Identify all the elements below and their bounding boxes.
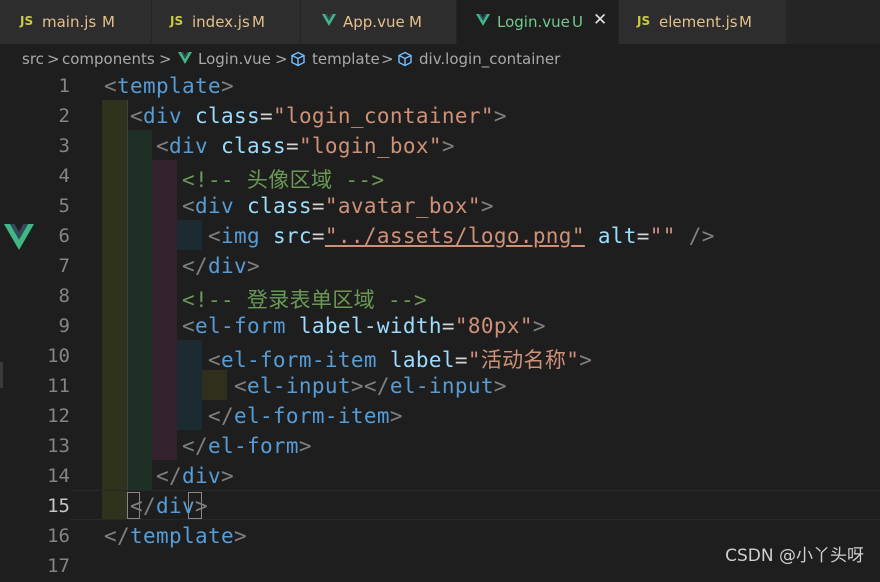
chevron-right-icon: >	[381, 50, 394, 68]
line-number: 14	[47, 465, 70, 487]
code-text: <div class="login_container">	[130, 104, 507, 128]
line-number: 15	[47, 495, 70, 517]
tab-label: element.js	[659, 13, 738, 31]
tab-bar: JS main.js M JS index.js M App.vue M Log…	[0, 0, 880, 44]
code-line: 11 <el-input></el-input>	[0, 372, 880, 402]
breadcrumb-folder-components[interactable]: components	[62, 50, 155, 68]
code-text: <img src="../assets/logo.png" alt="" />	[207, 224, 715, 248]
code-text: <template>	[104, 74, 234, 98]
line-number: 12	[47, 405, 70, 427]
code-text: </el-form-item>	[207, 404, 403, 428]
code-line: 9 <el-form label-width="80px">	[0, 312, 880, 342]
code-line: 1 <template>	[0, 72, 880, 102]
line-number: 1	[58, 75, 70, 97]
tab-index-js[interactable]: JS index.js M	[152, 0, 301, 44]
tab-label: Login.vue	[497, 13, 570, 31]
line-number: 13	[47, 435, 70, 457]
tab-login-vue[interactable]: Login.vue U ✕	[457, 0, 619, 44]
code-line: 3 <div class="login_box">	[0, 132, 880, 162]
breadcrumb-element[interactable]: div.login_container	[419, 50, 560, 68]
code-line: 6 <img src="../assets/logo.png" alt="" /…	[0, 222, 880, 252]
code-text: <el-form label-width="80px">	[181, 314, 546, 338]
line-number: 9	[58, 315, 70, 337]
untracked-badge: U	[572, 13, 583, 31]
line-number: 5	[58, 195, 70, 217]
code-text: </el-form>	[181, 434, 312, 458]
code-text: </template>	[104, 524, 247, 548]
breadcrumb: src > components > Login.vue > template …	[0, 44, 880, 74]
chevron-right-icon: >	[47, 50, 60, 68]
code-line-current: 15 </div>	[0, 492, 880, 522]
breadcrumb-folder-src[interactable]: src	[22, 50, 44, 68]
chevron-right-icon: >	[275, 50, 288, 68]
modified-badge: M	[739, 13, 752, 31]
line-number: 16	[47, 525, 70, 547]
code-text: <!-- 头像区域 -->	[181, 168, 385, 192]
code-text: <!-- 登录表单区域 -->	[181, 288, 428, 312]
code-text: </div>	[155, 464, 234, 488]
code-line: 13 </el-form>	[0, 432, 880, 462]
tab-element-js[interactable]: JS element.js M	[619, 0, 787, 44]
modified-badge: M	[252, 13, 265, 31]
tab-label: main.js	[42, 13, 97, 31]
code-text: </div>	[181, 254, 260, 278]
vue-file-icon	[178, 52, 192, 64]
line-number: 11	[47, 375, 70, 397]
watermark: CSDN @小丫头呀	[725, 546, 864, 566]
chevron-right-icon: >	[159, 50, 172, 68]
breadcrumb-file[interactable]: Login.vue	[198, 50, 271, 68]
code-line: 8 <!-- 登录表单区域 -->	[0, 282, 880, 312]
tab-main-js[interactable]: JS main.js M	[0, 0, 152, 44]
code-line: 7 </div>	[0, 252, 880, 282]
modified-badge: M	[409, 13, 422, 31]
code-text: <el-input></el-input>	[233, 374, 507, 398]
code-editor[interactable]: 1 <template> 2 <div class="login_contain…	[0, 72, 880, 577]
line-number: 7	[58, 255, 70, 277]
code-line: 12 </el-form-item>	[0, 402, 880, 432]
line-number: 2	[58, 105, 70, 127]
cube-icon	[398, 51, 412, 67]
code-line: 5 <div class="avatar_box">	[0, 192, 880, 222]
line-number: 10	[47, 345, 70, 367]
breadcrumb-template[interactable]: template	[312, 50, 380, 68]
line-number: 3	[58, 135, 70, 157]
code-text: </div>	[130, 494, 208, 518]
line-number: 4	[58, 165, 70, 187]
code-text: <el-form-item label="活动名称">	[207, 348, 593, 372]
tab-label: index.js	[192, 13, 250, 31]
vue-file-icon	[322, 14, 336, 26]
tab-app-vue[interactable]: App.vue M	[301, 0, 457, 44]
code-line: 14 </div>	[0, 462, 880, 492]
code-text: <div class="avatar_box">	[181, 194, 494, 218]
js-file-icon: JS	[637, 14, 651, 28]
code-text: <div class="login_box">	[155, 134, 455, 158]
js-file-icon: JS	[170, 14, 184, 28]
js-file-icon: JS	[20, 14, 34, 28]
vue-file-icon	[476, 14, 490, 26]
line-number: 6	[58, 225, 70, 247]
cube-icon	[291, 51, 305, 67]
tab-label: App.vue	[343, 13, 405, 31]
line-number: 8	[58, 285, 70, 307]
code-line: 10 <el-form-item label="活动名称">	[0, 342, 880, 372]
code-line: 2 <div class="login_container">	[0, 102, 880, 132]
code-line: 4 <!-- 头像区域 -->	[0, 162, 880, 192]
modified-badge: M	[102, 13, 115, 31]
close-icon[interactable]: ✕	[593, 10, 607, 30]
